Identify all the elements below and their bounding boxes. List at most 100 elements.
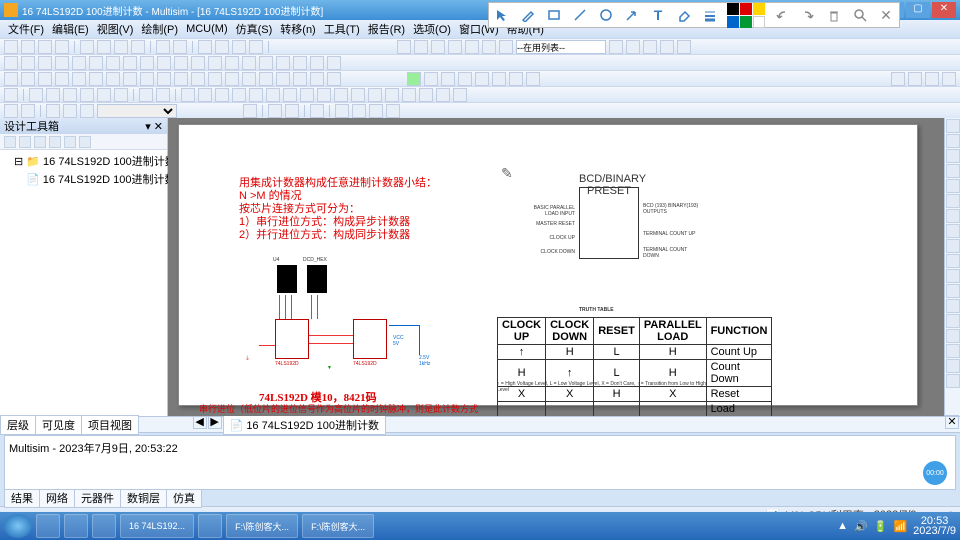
circle-icon[interactable]: [597, 6, 615, 24]
toolbar-button[interactable]: [453, 88, 467, 102]
toolbar-button[interactable]: [369, 104, 383, 118]
toolbar-button[interactable]: [139, 88, 153, 102]
instrument-button[interactable]: [946, 179, 960, 193]
tab-nav-next[interactable]: ▶: [208, 415, 222, 429]
toolbar-button[interactable]: [4, 88, 18, 102]
toolbar-button[interactable]: [266, 88, 280, 102]
tree-item[interactable]: 📄 16 74LS192D 100进制计数: [2, 170, 165, 188]
run-button[interactable]: [407, 72, 421, 86]
toolbar-button[interactable]: [334, 88, 348, 102]
toolbar-button[interactable]: [293, 72, 307, 86]
tab-simulation[interactable]: 仿真: [166, 488, 202, 508]
menu-place[interactable]: 绘制(P): [137, 21, 182, 37]
schematic-canvas[interactable]: 用集成计数器构成任意进制计数器小结： N >M 的情况 按芯片连接方式可分为： …: [168, 118, 944, 416]
menu-reports[interactable]: 报告(R): [364, 21, 409, 37]
toolbar-button[interactable]: [327, 72, 341, 86]
toolbar-button[interactable]: [191, 56, 205, 70]
tab-project[interactable]: 项目视图: [81, 415, 139, 435]
toolbar-button[interactable]: [97, 40, 111, 54]
panel-button[interactable]: [49, 136, 61, 148]
toolbar-button[interactable]: [609, 40, 623, 54]
toolbar-button[interactable]: [123, 72, 137, 86]
toolbar-button[interactable]: [232, 88, 246, 102]
toolbar-button[interactable]: [140, 72, 154, 86]
toolbar-button[interactable]: [509, 72, 523, 86]
instrument-button[interactable]: [946, 239, 960, 253]
toolbar-button[interactable]: [174, 72, 188, 86]
toolbar-button[interactable]: [21, 40, 35, 54]
rect-icon[interactable]: [545, 6, 563, 24]
toolbar-button[interactable]: [106, 56, 120, 70]
toolbar-button[interactable]: [431, 40, 445, 54]
toolbar-button[interactable]: [283, 88, 297, 102]
toolbar-button[interactable]: [4, 40, 18, 54]
zoom-button[interactable]: [908, 72, 922, 86]
zoom-button[interactable]: [942, 72, 956, 86]
in-use-list-combo[interactable]: --在用列表--: [516, 40, 606, 54]
instrument-button[interactable]: [946, 284, 960, 298]
toolbar-button[interactable]: [242, 72, 256, 86]
toolbar-button[interactable]: [499, 40, 513, 54]
toolbar-button[interactable]: [29, 88, 43, 102]
toolbar-button[interactable]: [310, 72, 324, 86]
taskbar-folder-2[interactable]: F:\陈创客大...: [302, 514, 374, 538]
toolbar-button[interactable]: [385, 88, 399, 102]
instrument-button[interactable]: [946, 224, 960, 238]
tab-nav-prev[interactable]: ◀: [193, 415, 207, 429]
instrument-button[interactable]: [946, 359, 960, 373]
toolbar-button[interactable]: [123, 56, 137, 70]
toolbar-button[interactable]: [173, 40, 187, 54]
toolbar-button[interactable]: [89, 72, 103, 86]
maximize-button[interactable]: ▢: [906, 2, 930, 18]
eraser-icon[interactable]: [675, 6, 693, 24]
toolbar-button[interactable]: [156, 40, 170, 54]
toolbar-button[interactable]: [368, 88, 382, 102]
toolbar-button[interactable]: [259, 56, 273, 70]
start-button[interactable]: [4, 514, 32, 538]
taskbar-item[interactable]: [36, 514, 60, 538]
document-tab[interactable]: 📄 16 74LS192D 100进制计数: [223, 415, 386, 435]
tray-icon[interactable]: ▲: [837, 520, 848, 532]
toolbar-button[interactable]: [157, 56, 171, 70]
menu-transfer[interactable]: 转移(n): [276, 21, 319, 37]
instrument-button[interactable]: [946, 149, 960, 163]
panel-button[interactable]: [79, 136, 91, 148]
menu-simulate[interactable]: 仿真(S): [232, 21, 277, 37]
toolbar-button[interactable]: [63, 88, 77, 102]
output-textarea[interactable]: Multisim - 2023年7月9日, 20:53:22 00:00: [4, 435, 956, 490]
toolbar-button[interactable]: [80, 40, 94, 54]
toolbar-button[interactable]: [475, 72, 489, 86]
toolbar-combo[interactable]: [97, 104, 177, 118]
taskbar-folder-1[interactable]: F:\陈创客大...: [226, 514, 298, 538]
arrow-icon[interactable]: [623, 6, 641, 24]
toolbar-button[interactable]: [198, 88, 212, 102]
tray-icon[interactable]: 🔊: [854, 520, 868, 533]
toolbar-button[interactable]: [660, 40, 674, 54]
panel-button[interactable]: [64, 136, 76, 148]
tab-results[interactable]: 结果: [4, 488, 40, 508]
toolbar-button[interactable]: [414, 40, 428, 54]
toolbar-button[interactable]: [285, 104, 299, 118]
toolbar-button[interactable]: [492, 72, 506, 86]
color-swatches[interactable]: [727, 3, 765, 28]
toolbar-button[interactable]: [131, 40, 145, 54]
toolbar-button[interactable]: [208, 56, 222, 70]
toolbar-button[interactable]: [293, 56, 307, 70]
system-tray[interactable]: ▲ 🔊 🔋 📶 20:532023/7/9: [837, 516, 956, 536]
toolbar-button[interactable]: [276, 72, 290, 86]
pencil-icon[interactable]: [519, 6, 537, 24]
toolbar-button[interactable]: [4, 72, 18, 86]
menu-tools[interactable]: 工具(T): [320, 21, 364, 37]
toolbar-button[interactable]: [63, 104, 77, 118]
instrument-button[interactable]: [946, 314, 960, 328]
instrument-button[interactable]: [946, 344, 960, 358]
menu-view[interactable]: 视图(V): [93, 21, 138, 37]
toolbar-button[interactable]: [114, 88, 128, 102]
instrument-button[interactable]: [946, 209, 960, 223]
toolbar-button[interactable]: [317, 88, 331, 102]
toolbar-button[interactable]: [458, 72, 472, 86]
panel-pin-icon[interactable]: ▾ ✕: [145, 120, 163, 133]
search-icon[interactable]: [851, 6, 869, 24]
instrument-button[interactable]: [946, 299, 960, 313]
toolbar-button[interactable]: [72, 56, 86, 70]
